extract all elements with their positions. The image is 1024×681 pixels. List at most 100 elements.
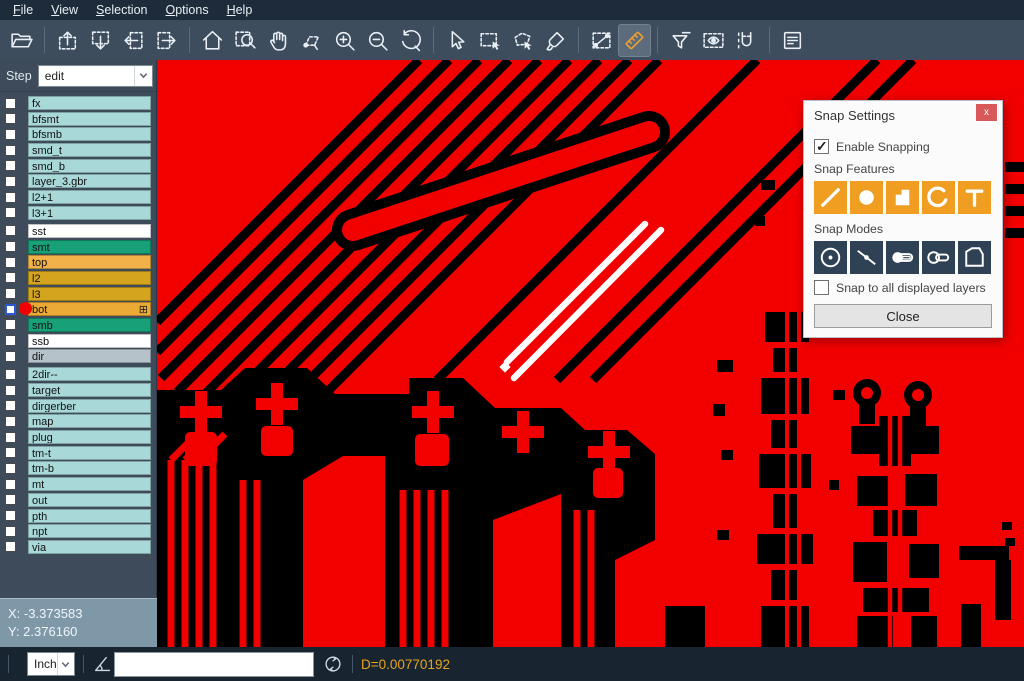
layer-row-bfsmt[interactable]: bfsmt bbox=[5, 112, 151, 126]
layer-checkbox[interactable] bbox=[5, 541, 16, 552]
layer-row-2dir--[interactable]: 2dir-- bbox=[5, 367, 151, 381]
layer-list-button[interactable] bbox=[777, 25, 808, 56]
layer-row-top[interactable]: top bbox=[5, 255, 151, 269]
shift-up-button[interactable] bbox=[52, 25, 83, 56]
layer-label[interactable]: map bbox=[28, 414, 151, 428]
layer-checkbox[interactable] bbox=[5, 207, 16, 218]
home-button[interactable] bbox=[197, 25, 228, 56]
layer-checkbox[interactable] bbox=[5, 272, 16, 283]
snap-feature-surface-button[interactable] bbox=[886, 181, 919, 214]
layer-row-smd_t[interactable]: smd_t bbox=[5, 143, 151, 157]
layer-row-dirgerber[interactable]: dirgerber bbox=[5, 399, 151, 413]
measure-input[interactable] bbox=[114, 652, 314, 677]
layer-label[interactable]: npt bbox=[28, 524, 151, 538]
layer-label[interactable]: l3 bbox=[28, 287, 151, 301]
layer-row-pth[interactable]: pth bbox=[5, 509, 151, 523]
layer-label[interactable]: pth bbox=[28, 509, 151, 523]
layer-row-tm-t[interactable]: tm-t bbox=[5, 446, 151, 460]
layer-checkbox[interactable] bbox=[5, 416, 16, 427]
zoom-previous-button[interactable] bbox=[395, 25, 426, 56]
layer-label[interactable]: smt bbox=[28, 240, 151, 254]
layer-row-plug[interactable]: plug bbox=[5, 430, 151, 444]
layer-label[interactable]: tm-t bbox=[28, 446, 151, 460]
layer-checkbox[interactable] bbox=[5, 113, 16, 124]
layer-label[interactable]: smd_b bbox=[28, 159, 151, 173]
layer-label[interactable]: mt bbox=[28, 477, 151, 491]
layer-row-layer_3.gbr[interactable]: layer_3.gbr bbox=[5, 174, 151, 188]
layer-checkbox[interactable] bbox=[5, 335, 16, 346]
layer-label[interactable]: target bbox=[28, 383, 151, 397]
layer-checkbox[interactable] bbox=[5, 400, 16, 411]
layer-checkbox[interactable] bbox=[5, 225, 16, 236]
snap-feature-arc-button[interactable] bbox=[922, 181, 955, 214]
layer-label[interactable]: via bbox=[28, 540, 151, 554]
zoom-in-button[interactable] bbox=[329, 25, 360, 56]
paint-button[interactable] bbox=[540, 25, 571, 56]
filter-button[interactable] bbox=[665, 25, 696, 56]
step-select[interactable]: edit bbox=[38, 65, 153, 87]
menu-selection[interactable]: Selection bbox=[87, 0, 156, 20]
layer-row-l2[interactable]: l2 bbox=[5, 271, 151, 285]
layer-label[interactable]: l3+1 bbox=[28, 206, 151, 220]
layer-row-smb[interactable]: smb bbox=[5, 318, 151, 332]
all-layers-row[interactable]: Snap to all displayed layers bbox=[814, 280, 992, 295]
layer-checkbox[interactable] bbox=[5, 98, 16, 109]
layer-checkbox[interactable] bbox=[5, 288, 16, 299]
units-select[interactable]: Inch bbox=[27, 652, 75, 676]
layer-checkbox[interactable] bbox=[5, 192, 16, 203]
layer-row-ssb[interactable]: ssb bbox=[5, 334, 151, 348]
layer-row-l2+1[interactable]: l2+1 bbox=[5, 190, 151, 204]
layer-label[interactable]: ssb bbox=[28, 334, 151, 348]
enable-snapping-row[interactable]: Enable Snapping bbox=[814, 139, 992, 154]
layer-checkbox[interactable] bbox=[5, 526, 16, 537]
layer-checkbox[interactable] bbox=[5, 319, 16, 330]
layer-label[interactable]: l2+1 bbox=[28, 190, 151, 204]
layer-checkbox[interactable] bbox=[5, 385, 16, 396]
layer-label[interactable]: out bbox=[28, 493, 151, 507]
chevron-down-icon[interactable] bbox=[57, 653, 74, 675]
layer-label[interactable]: bot⊞ bbox=[28, 302, 151, 316]
snap-mode-contour-button[interactable] bbox=[958, 241, 991, 274]
snap-mode-center-button[interactable] bbox=[814, 241, 847, 274]
all-layers-checkbox[interactable] bbox=[814, 280, 829, 295]
open-button[interactable] bbox=[6, 25, 37, 56]
snap-feature-line-button[interactable] bbox=[814, 181, 847, 214]
move-view-button[interactable] bbox=[296, 25, 327, 56]
layer-checkbox[interactable] bbox=[5, 479, 16, 490]
layer-row-sst[interactable]: sst bbox=[5, 224, 151, 238]
shift-right-button[interactable] bbox=[151, 25, 182, 56]
layer-label[interactable]: dir bbox=[28, 349, 151, 363]
layer-label[interactable]: dirgerber bbox=[28, 399, 151, 413]
layer-row-target[interactable]: target bbox=[5, 383, 151, 397]
layer-row-l3+1[interactable]: l3+1 bbox=[5, 206, 151, 220]
refresh-icon[interactable] bbox=[322, 653, 344, 675]
layer-label[interactable]: l2 bbox=[28, 271, 151, 285]
snap-feature-text-button[interactable] bbox=[958, 181, 991, 214]
layer-checkbox[interactable] bbox=[5, 447, 16, 458]
enable-snapping-checkbox[interactable] bbox=[814, 139, 829, 154]
layer-label[interactable]: fx bbox=[28, 96, 151, 110]
layer-label[interactable]: bfsmt bbox=[28, 112, 151, 126]
angle-measure-icon[interactable] bbox=[92, 653, 114, 675]
select-rect-button[interactable] bbox=[474, 25, 505, 56]
layer-row-l3[interactable]: l3 bbox=[5, 287, 151, 301]
pan-button[interactable] bbox=[263, 25, 294, 56]
layer-row-bfsmb[interactable]: bfsmb bbox=[5, 127, 151, 141]
layer-label[interactable]: tm-b bbox=[28, 461, 151, 475]
measure-button[interactable] bbox=[586, 25, 617, 56]
select-button[interactable] bbox=[441, 25, 472, 56]
layer-checkbox[interactable] bbox=[5, 160, 16, 171]
layer-checkbox[interactable] bbox=[5, 463, 16, 474]
layer-row-smt[interactable]: smt bbox=[5, 240, 151, 254]
layer-row-dir[interactable]: dir bbox=[5, 349, 151, 363]
shift-left-button[interactable] bbox=[118, 25, 149, 56]
chevron-down-icon[interactable] bbox=[134, 66, 152, 86]
menu-help[interactable]: Help bbox=[218, 0, 262, 20]
layer-label[interactable]: smb bbox=[28, 318, 151, 332]
snap-mode-pad-button[interactable] bbox=[922, 241, 955, 274]
layer-checkbox[interactable] bbox=[5, 494, 16, 505]
layer-label[interactable]: layer_3.gbr bbox=[28, 174, 151, 188]
menu-options[interactable]: Options bbox=[156, 0, 217, 20]
layer-label[interactable]: smd_t bbox=[28, 143, 151, 157]
layer-label[interactable]: 2dir-- bbox=[28, 367, 151, 381]
